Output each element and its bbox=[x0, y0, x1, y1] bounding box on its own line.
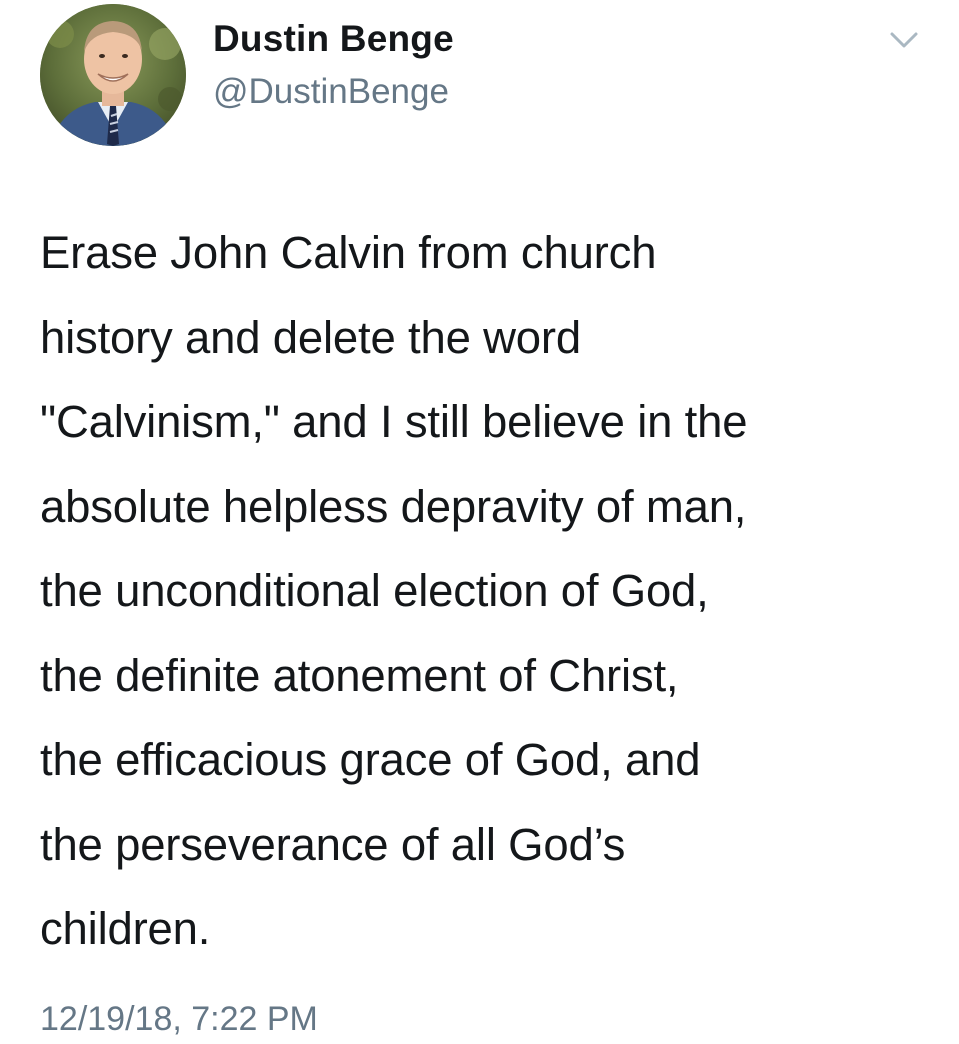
tweet-text-line: Erase John Calvin from church bbox=[40, 227, 657, 278]
tweet-text-line: the efficacious grace of God, and bbox=[40, 734, 701, 785]
tweet-text-line: absolute helpless depravity of man, bbox=[40, 480, 747, 532]
tweet-menu-button[interactable] bbox=[884, 26, 924, 54]
tweet-text-line: the unconditional election of God, bbox=[40, 565, 709, 616]
author-avatar[interactable] bbox=[40, 4, 186, 146]
tweet-card: Dustin Benge @DustinBenge Erase John Cal… bbox=[0, 0, 959, 1044]
tweet-text-line: the definite atonement of Christ, bbox=[40, 649, 679, 701]
tweet-text: Erase John Calvin from church history an… bbox=[40, 211, 940, 972]
author-handle[interactable]: @DustinBenge bbox=[213, 72, 449, 112]
tweet-text-line: the perseverance of all God’s bbox=[40, 818, 626, 870]
profile-photo-icon bbox=[40, 4, 186, 146]
tweet-text-line: history and delete the word bbox=[40, 311, 581, 363]
chevron-down-icon bbox=[890, 32, 918, 48]
author-display-name[interactable]: Dustin Benge bbox=[213, 18, 454, 60]
tweet-text-line: "Calvinism," and I still believe in the bbox=[40, 396, 748, 447]
tweet-text-line: children. bbox=[40, 903, 211, 954]
tweet-timestamp[interactable]: 12/19/18, 7:22 PM bbox=[40, 1000, 318, 1039]
